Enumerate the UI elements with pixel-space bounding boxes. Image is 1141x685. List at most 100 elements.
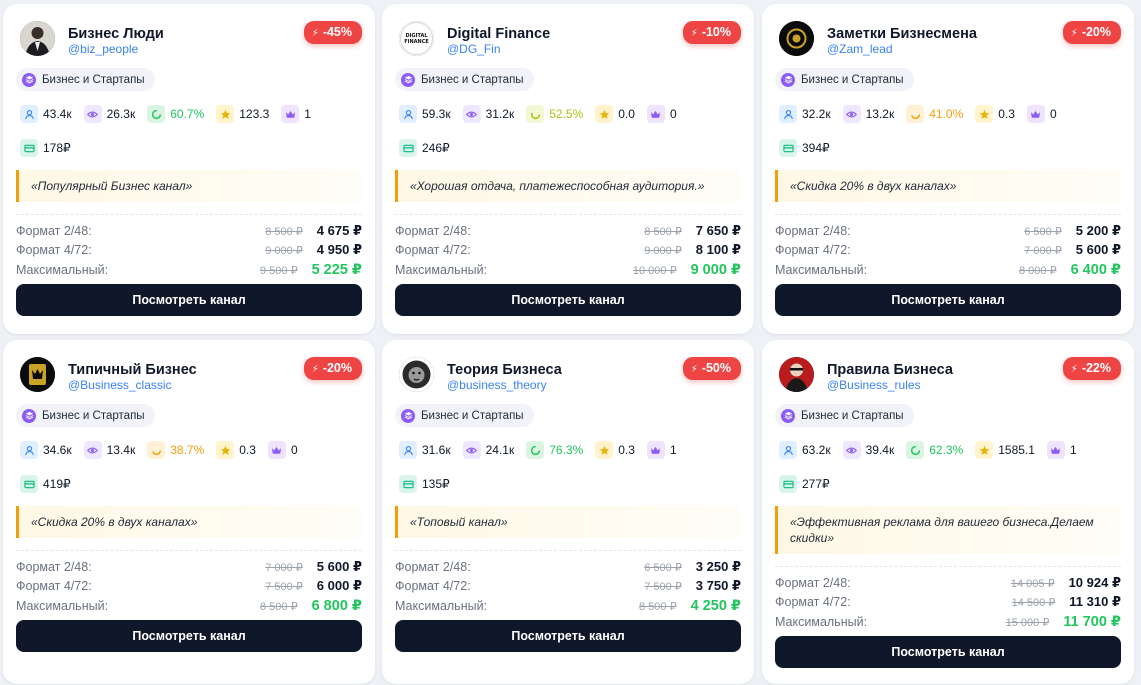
channel-avatar[interactable]: DIGITAL FINANCE xyxy=(399,21,434,56)
price-row-format2: Формат 4/72: 7 500 ₽ 3 750 ₽ xyxy=(395,577,741,595)
stat-views: 31.2к xyxy=(462,105,515,123)
price-row-format1: Формат 2/48: 14 005 ₽ 10 924 ₽ xyxy=(775,574,1121,592)
price-label: Формат 4/72: xyxy=(395,579,471,593)
channel-card: DIGITAL FINANCE Digital Finance @DG_Fin ⚡… xyxy=(382,4,754,334)
crown-icon xyxy=(646,105,665,123)
stat-cpm: 178₽ xyxy=(20,138,83,158)
channel-card: Теория Бизнеса @business_theory ⚡ -50% Би… xyxy=(382,340,754,684)
subscribers-value: 31.6к xyxy=(422,443,451,457)
max-price: 9 000 ₽ xyxy=(690,262,741,278)
channel-handle[interactable]: @biz_people xyxy=(68,42,138,56)
views-value: 31.2к xyxy=(485,107,515,121)
channel-avatar[interactable] xyxy=(779,21,814,56)
star-icon xyxy=(216,105,235,123)
divider xyxy=(16,550,362,551)
old-price: 9 000 ₽ xyxy=(265,244,303,257)
subscribers-value: 43.4к xyxy=(43,107,72,121)
subscribers-value: 32.2к xyxy=(802,107,831,121)
suit-man-avatar-icon xyxy=(20,21,55,56)
stat-cpm: 419₽ xyxy=(20,474,83,494)
discount-value: -20% xyxy=(322,361,352,375)
star-icon xyxy=(975,105,994,123)
channel-handle[interactable]: @Business_classic xyxy=(68,378,172,392)
stat-views: 26.3к xyxy=(83,105,135,123)
price-row-format1: Формат 2/48: 8 500 ₽ 4 675 ₽ xyxy=(16,222,362,240)
new-price: 4 675 ₽ xyxy=(316,223,362,238)
category-label: Бизнес и Стартапы xyxy=(801,409,904,422)
layers-icon xyxy=(401,408,415,423)
old-price: 6 500 ₽ xyxy=(1024,225,1062,238)
star-icon xyxy=(595,441,614,459)
lightning-icon: ⚡ xyxy=(1070,28,1078,39)
channel-title[interactable]: Digital Finance xyxy=(447,26,550,42)
stat-crown: 1 xyxy=(281,105,311,123)
price-label: Формат 4/72: xyxy=(395,243,471,257)
price-label: Формат 2/48: xyxy=(16,224,92,238)
channel-handle[interactable]: @DG_Fin xyxy=(447,42,501,56)
old-price: 14 005 ₽ xyxy=(1010,577,1055,590)
price-row-max: Максимальный: 8 000 ₽ 6 400 ₽ xyxy=(775,261,1121,279)
stat-er: 41.0% xyxy=(906,105,963,123)
progress-ring-icon xyxy=(526,441,545,459)
view-channel-button[interactable]: Посмотреть канал xyxy=(775,284,1121,316)
price-row-max: Максимальный: 8 500 ₽ 4 250 ₽ xyxy=(395,597,741,615)
gold-emblem-avatar-icon xyxy=(779,21,814,56)
crown-icon xyxy=(1026,105,1045,123)
channel-avatar[interactable] xyxy=(20,21,55,56)
price-row-format2: Формат 4/72: 7 500 ₽ 6 000 ₽ xyxy=(16,577,362,595)
view-channel-button[interactable]: Посмотреть канал xyxy=(395,620,741,652)
new-price: 5 200 ₽ xyxy=(1075,223,1121,238)
crown-icon xyxy=(281,105,300,123)
new-price: 3 750 ₽ xyxy=(695,578,741,593)
price-label: Максимальный: xyxy=(395,599,488,613)
stat-er: 60.7% xyxy=(147,105,204,123)
channel-title[interactable]: Бизнес Люди xyxy=(68,26,164,42)
channel-title[interactable]: Правила Бизнеса xyxy=(827,362,953,378)
channel-handle[interactable]: @Business_rules xyxy=(827,378,921,392)
price-label: Максимальный: xyxy=(395,263,488,277)
view-channel-button[interactable]: Посмотреть канал xyxy=(16,284,362,316)
stat-subscribers: 31.6к xyxy=(399,441,451,459)
eye-icon xyxy=(842,441,861,459)
channel-title[interactable]: Теория Бизнеса xyxy=(447,362,562,378)
stat-cpm-item: 135₽ xyxy=(399,475,450,493)
card-content: Теория Бизнеса @business_theory ⚡ -50% Би… xyxy=(395,340,741,684)
gold-crown-avatar-icon xyxy=(20,357,55,392)
lightning-icon: ⚡ xyxy=(311,364,319,375)
star-icon xyxy=(975,441,994,459)
channel-handle[interactable]: @business_theory xyxy=(447,378,547,392)
user-icon xyxy=(20,105,38,123)
channel-avatar[interactable] xyxy=(779,357,814,392)
price-label: Формат 2/48: xyxy=(395,560,471,574)
stat-cpm: 277₽ xyxy=(779,474,842,494)
card-content: Правила Бизнеса @Business_rules ⚡ -22% Би… xyxy=(775,340,1121,684)
max-price: 4 250 ₽ xyxy=(690,598,741,614)
channel-avatar[interactable] xyxy=(20,357,55,392)
channel-quote: «Эффективная реклама для вашего бизнеса.… xyxy=(775,506,1121,554)
view-channel-button[interactable]: Посмотреть канал xyxy=(395,284,741,316)
channel-title[interactable]: Типичный Бизнес xyxy=(68,362,197,378)
category-label: Бизнес и Стартапы xyxy=(421,409,524,422)
user-icon xyxy=(779,105,797,123)
eye-icon xyxy=(842,105,861,123)
stats-row: 32.2к 13.2к 41.0% 0.3 0 xyxy=(779,104,1069,124)
stat-cpm: 246₽ xyxy=(399,138,462,158)
channel-quote: «Популярный Бизнес канал» xyxy=(16,170,362,202)
old-price: 9 000 ₽ xyxy=(644,244,682,257)
stats-row: 59.3к 31.2к 52.5% 0.0 0 xyxy=(399,104,689,124)
channel-title[interactable]: Заметки Бизнесмена xyxy=(827,26,977,42)
views-value: 13.2к xyxy=(865,107,895,121)
lightning-icon: ⚡ xyxy=(311,28,319,39)
new-price: 4 950 ₽ xyxy=(316,242,362,257)
subscribers-value: 63.2к xyxy=(802,443,831,457)
channel-handle[interactable]: @Zam_lead xyxy=(827,42,893,56)
view-channel-button[interactable]: Посмотреть канал xyxy=(16,620,362,652)
category-tag: Бизнес и Стартапы xyxy=(395,68,534,91)
old-price: 6 500 ₽ xyxy=(644,561,682,574)
max-price: 11 700 ₽ xyxy=(1063,614,1121,630)
channel-quote: «Скидка 20% в двух каналах» xyxy=(775,170,1121,202)
view-channel-button[interactable]: Посмотреть канал xyxy=(775,636,1121,668)
channel-avatar[interactable] xyxy=(399,357,434,392)
er-value: 41.0% xyxy=(929,107,964,121)
rating-value: 0.3 xyxy=(618,443,635,457)
